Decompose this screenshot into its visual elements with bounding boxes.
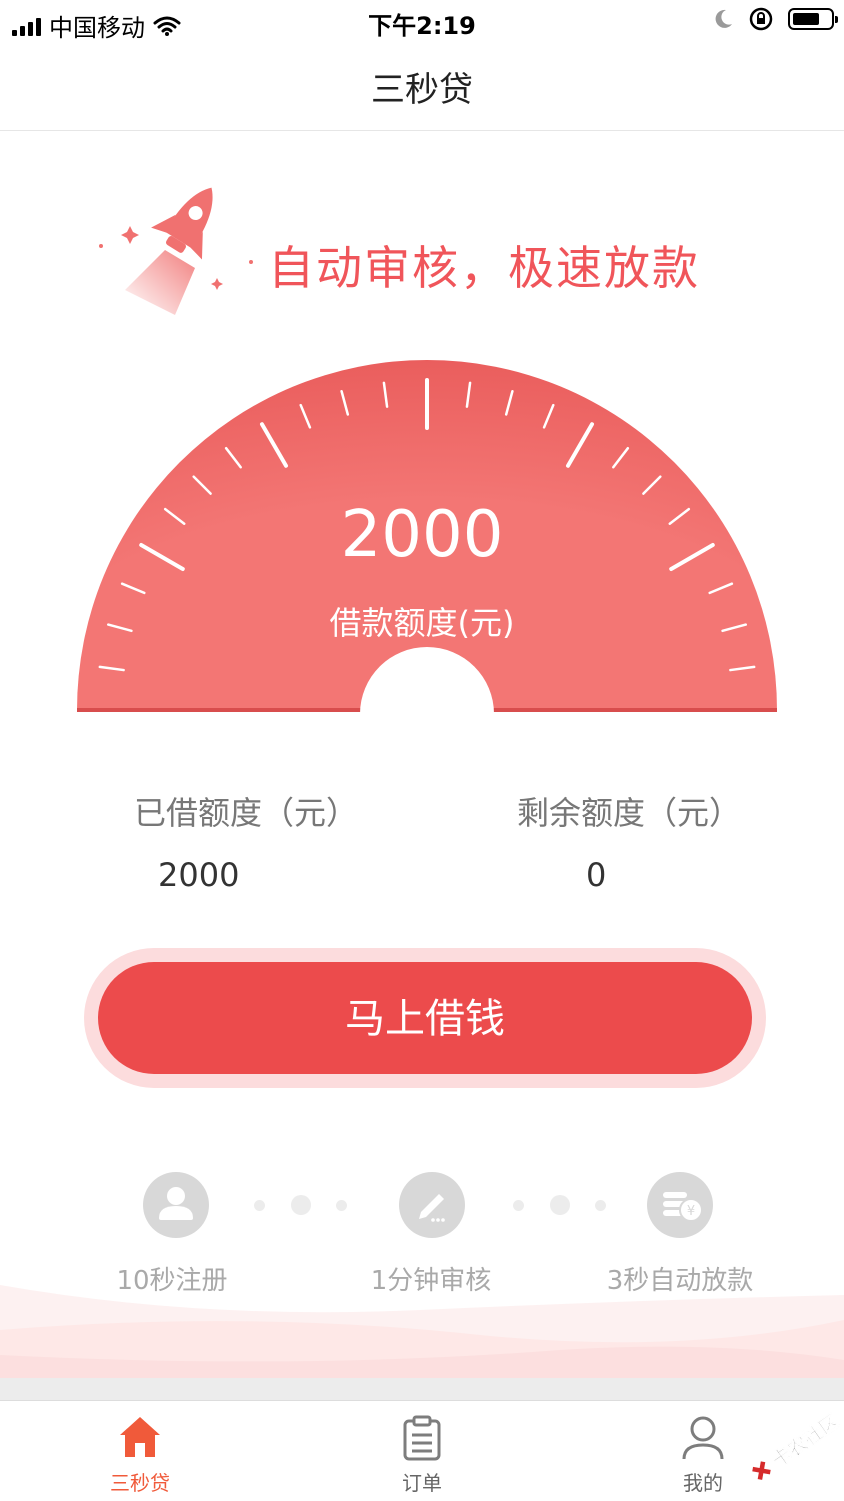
svg-text:¥: ¥ bbox=[687, 1204, 695, 1219]
status-right bbox=[712, 6, 838, 32]
profile-icon bbox=[682, 1416, 724, 1460]
status-bar: 中国移动 下午2:19 bbox=[0, 0, 844, 44]
page-title: 三秒贷 bbox=[371, 70, 473, 110]
watermark-text: 卡农社区 bbox=[768, 1410, 840, 1472]
step-connector-dot bbox=[291, 1195, 311, 1215]
rocket-icon bbox=[99, 187, 253, 315]
slogan: 自动审核，极速放款 bbox=[268, 241, 700, 295]
tab-home-label: 三秒贷 bbox=[110, 1471, 170, 1495]
borrowed-value: 2000 bbox=[158, 856, 240, 894]
step-connector-dot bbox=[336, 1200, 347, 1211]
remaining-label: 剩余额度（元） bbox=[517, 794, 742, 832]
borrow-now-button[interactable]: 马上借钱 bbox=[98, 962, 752, 1074]
remaining-value: 0 bbox=[586, 856, 607, 894]
clipboard-icon bbox=[403, 1415, 441, 1461]
step-connector-dot bbox=[254, 1200, 265, 1211]
battery-icon bbox=[788, 8, 838, 30]
step-connector-dot bbox=[550, 1195, 570, 1215]
tab-bar-separator bbox=[0, 1378, 844, 1400]
credit-amount-label: 借款额度(元) bbox=[329, 604, 515, 642]
tab-orders-label: 订单 bbox=[402, 1471, 442, 1495]
coins-icon: ¥ bbox=[647, 1172, 713, 1238]
credit-amount: 2000 bbox=[340, 498, 504, 572]
tab-bar: 三秒贷 订单 我的 bbox=[0, 1400, 844, 1501]
borrowed-label: 已借额度（元） bbox=[134, 794, 359, 832]
pencil-icon bbox=[399, 1172, 465, 1238]
tab-home[interactable]: 三秒贷 bbox=[80, 1401, 200, 1501]
rotation-lock-icon bbox=[749, 7, 773, 31]
step-connector-dot bbox=[513, 1200, 524, 1211]
step-connector-dot bbox=[595, 1200, 606, 1211]
moon-icon bbox=[715, 9, 732, 28]
decorative-waves bbox=[0, 1285, 844, 1380]
nav-divider bbox=[0, 130, 844, 131]
tab-orders[interactable]: 订单 bbox=[362, 1401, 482, 1501]
user-icon bbox=[143, 1172, 209, 1238]
home-icon bbox=[120, 1417, 160, 1457]
watermark-logo: ✖ 卡农社区 bbox=[744, 1410, 840, 1490]
